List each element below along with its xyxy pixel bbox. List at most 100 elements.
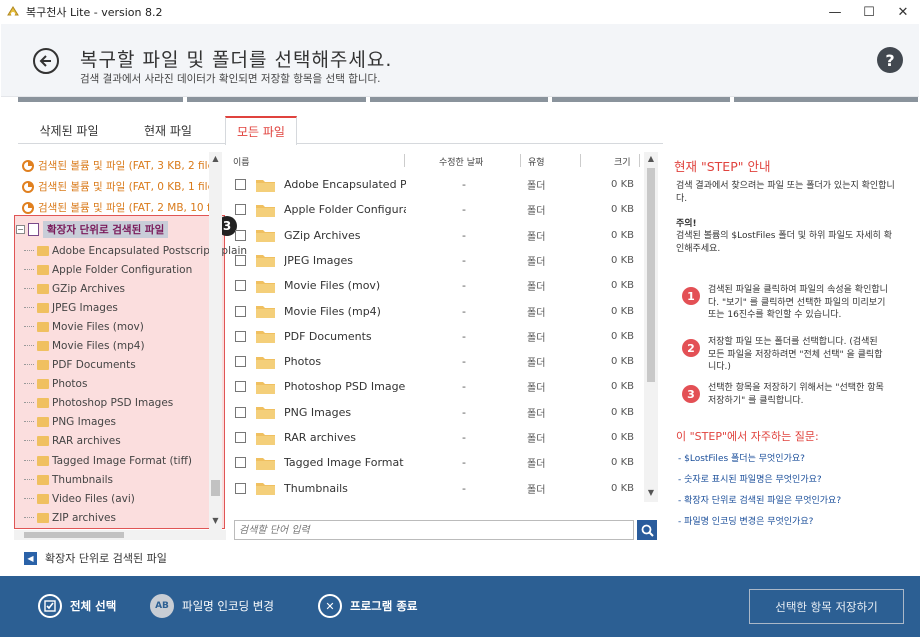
tab-deleted-files[interactable]: 삭제된 파일: [24, 116, 114, 144]
row-checkbox[interactable]: [235, 330, 246, 342]
tree-item[interactable]: Video Files (avi): [24, 489, 135, 508]
folder-icon: [37, 264, 49, 275]
exit-program-button[interactable]: ✕ 프로그램 종료: [318, 594, 417, 618]
search-field[interactable]: [234, 520, 634, 540]
row-checkbox[interactable]: [235, 204, 246, 216]
maximize-button[interactable]: ☐: [852, 0, 886, 24]
tree-item[interactable]: ZIP archives: [24, 508, 116, 527]
tree-item-label: Apple Folder Configuration: [52, 263, 193, 276]
folder-icon: [256, 381, 275, 394]
column-name-header[interactable]: 이름: [233, 155, 250, 168]
row-checkbox[interactable]: [235, 280, 246, 292]
tree-item-label: PDF Documents: [52, 358, 136, 371]
table-row[interactable]: PNG Images - 폴더 0 KB: [228, 400, 638, 425]
close-circle-icon: ✕: [318, 594, 342, 618]
column-size-header[interactable]: 크기: [614, 155, 631, 168]
scroll-up-icon[interactable]: ▲: [209, 154, 222, 166]
row-checkbox[interactable]: [235, 356, 246, 368]
save-selected-button[interactable]: 선택한 항목 저장하기: [749, 589, 904, 624]
file-name: GZip Archives: [284, 228, 361, 242]
table-row[interactable]: GZip Archives - 폴더 0 KB: [228, 223, 638, 248]
tree-item[interactable]: Photoshop PSD Images: [24, 393, 173, 412]
column-type-header[interactable]: 유형: [528, 155, 545, 168]
encoding-button[interactable]: AB 파일명 인코딩 변경: [150, 594, 274, 618]
faq-link[interactable]: - 확장자 단위로 검색된 파일은 무엇인가요?: [678, 493, 841, 506]
search-button[interactable]: [637, 520, 657, 540]
row-checkbox[interactable]: [235, 179, 246, 190]
tree-item[interactable]: Photos: [24, 374, 87, 393]
scroll-thumb[interactable]: [647, 168, 655, 382]
table-row[interactable]: Movie Files (mp4) - 폴더 0 KB: [228, 299, 638, 324]
table-row[interactable]: Apple Folder Configuration - 폴더 0 KB: [228, 197, 638, 222]
tree-volume-2[interactable]: 검색된 볼륨 및 파일 (FAT, 0 KB, 1 file: [22, 177, 214, 196]
row-checkbox[interactable]: [235, 305, 246, 317]
table-row[interactable]: Photoshop PSD Images - 폴더 0 KB: [228, 374, 638, 399]
row-checkbox[interactable]: [235, 254, 246, 266]
list-vertical-scrollbar[interactable]: ▲ ▼: [644, 152, 658, 502]
file-size: 0 KB: [611, 457, 634, 469]
tree-item[interactable]: Movie Files (mp4): [24, 336, 145, 355]
scroll-down-icon[interactable]: ▼: [644, 488, 658, 497]
tree-item[interactable]: PNG Images: [24, 412, 116, 431]
scroll-up-icon[interactable]: ▲: [644, 154, 658, 163]
guide-intro: 검색 결과에서 찾으려는 파일 또는 폴더가 있는지 확인합니다.: [676, 181, 895, 204]
faq-link[interactable]: - $LostFiles 폴더는 무엇인가요?: [678, 451, 805, 464]
file-size: 0 KB: [611, 229, 634, 241]
tree-extension-group[interactable]: − 확장자 단위로 검색된 파일: [16, 220, 169, 239]
file-type: 폴더: [527, 383, 546, 395]
row-checkbox[interactable]: [235, 432, 246, 443]
scroll-thumb[interactable]: [24, 532, 124, 538]
faq-link[interactable]: - 파일명 인코딩 변경은 무엇인가요?: [678, 514, 813, 527]
table-row[interactable]: Adobe Encapsulated Postscript (plain - 폴더 0…: [228, 172, 638, 197]
collapse-panel-link[interactable]: ◀ 확장자 단위로 검색된 파일: [24, 550, 167, 566]
file-type: 폴더: [527, 282, 546, 294]
tree-volume-1[interactable]: 검색된 볼륨 및 파일 (FAT, 3 KB, 2 file: [22, 156, 214, 175]
table-row[interactable]: Thumbnails - 폴더 0 KB: [228, 476, 638, 501]
row-checkbox[interactable]: [235, 229, 246, 241]
file-size: 0 KB: [611, 406, 634, 418]
tree-volume-label: 검색된 볼륨 및 파일 (FAT, 3 KB, 2 file: [38, 160, 215, 172]
faq-link[interactable]: - 숫자로 표시된 파일명은 무엇인가요?: [678, 472, 822, 485]
file-type: 폴더: [527, 231, 546, 243]
file-name: RAR archives: [284, 431, 356, 444]
tab-all-files[interactable]: 모든 파일: [225, 116, 297, 145]
column-date-header[interactable]: 수정한 날짜: [439, 155, 483, 168]
file-list: 이름 수정한 날짜 유형 크기 Adobe Encapsulated Posts…: [228, 152, 658, 512]
back-button[interactable]: [33, 48, 59, 74]
collapse-tree-icon[interactable]: −: [16, 225, 25, 234]
tree-vertical-scrollbar[interactable]: ▲ ▼: [209, 152, 222, 530]
footer-toolbar: 전체 선택 AB 파일명 인코딩 변경 ✕ 프로그램 종료 선택한 항목 저장하…: [0, 576, 920, 637]
row-checkbox[interactable]: [235, 381, 246, 393]
help-button[interactable]: ?: [877, 47, 903, 73]
tree-item[interactable]: RAR archives: [24, 431, 121, 450]
file-date: -: [462, 329, 466, 343]
table-row[interactable]: JPEG Images - 폴더 0 KB: [228, 248, 638, 273]
file-name: Adobe Encapsulated Postscript (plain: [284, 178, 406, 191]
tree-item[interactable]: JPEG Images: [24, 298, 118, 317]
row-checkbox[interactable]: [235, 406, 246, 418]
minimize-button[interactable]: —: [818, 0, 852, 24]
folder-icon: [37, 321, 49, 332]
tree-volume-3[interactable]: 검색된 볼륨 및 파일 (FAT, 2 MB, 10 f: [22, 198, 211, 217]
select-all-button[interactable]: 전체 선택: [38, 594, 116, 618]
table-row[interactable]: Tagged Image Format (tiff) - 폴더 0 KB: [228, 450, 638, 475]
search-input[interactable]: [235, 521, 633, 539]
close-button[interactable]: ✕: [886, 0, 920, 24]
tree-item[interactable]: Movie Files (mov): [24, 317, 144, 336]
row-checkbox[interactable]: [235, 457, 246, 469]
tree-item[interactable]: Apple Folder Configuration: [24, 260, 192, 279]
row-checkbox[interactable]: [235, 482, 246, 494]
scroll-thumb[interactable]: [211, 480, 220, 496]
page-subtitle: 검색 결과에서 사라진 데이터가 확인되면 저장할 항목을 선택 합니다.: [80, 73, 381, 85]
tree-item[interactable]: PDF Documents: [24, 355, 136, 374]
tree-item[interactable]: GZip Archives: [24, 279, 125, 298]
tab-current-files[interactable]: 현재 파일: [123, 116, 213, 144]
tree-horizontal-scrollbar[interactable]: [14, 530, 226, 540]
table-row[interactable]: Movie Files (mov) - 폴더 0 KB: [228, 273, 638, 298]
table-row[interactable]: PDF Documents - 폴더 0 KB: [228, 324, 638, 349]
scroll-down-icon[interactable]: ▼: [209, 516, 222, 528]
tree-item[interactable]: Tagged Image Format (tiff): [24, 451, 192, 470]
table-row[interactable]: RAR archives - 폴더 0 KB: [228, 425, 638, 450]
table-row[interactable]: Photos - 폴더 0 KB: [228, 349, 638, 374]
tree-item[interactable]: Thumbnails: [24, 470, 113, 489]
